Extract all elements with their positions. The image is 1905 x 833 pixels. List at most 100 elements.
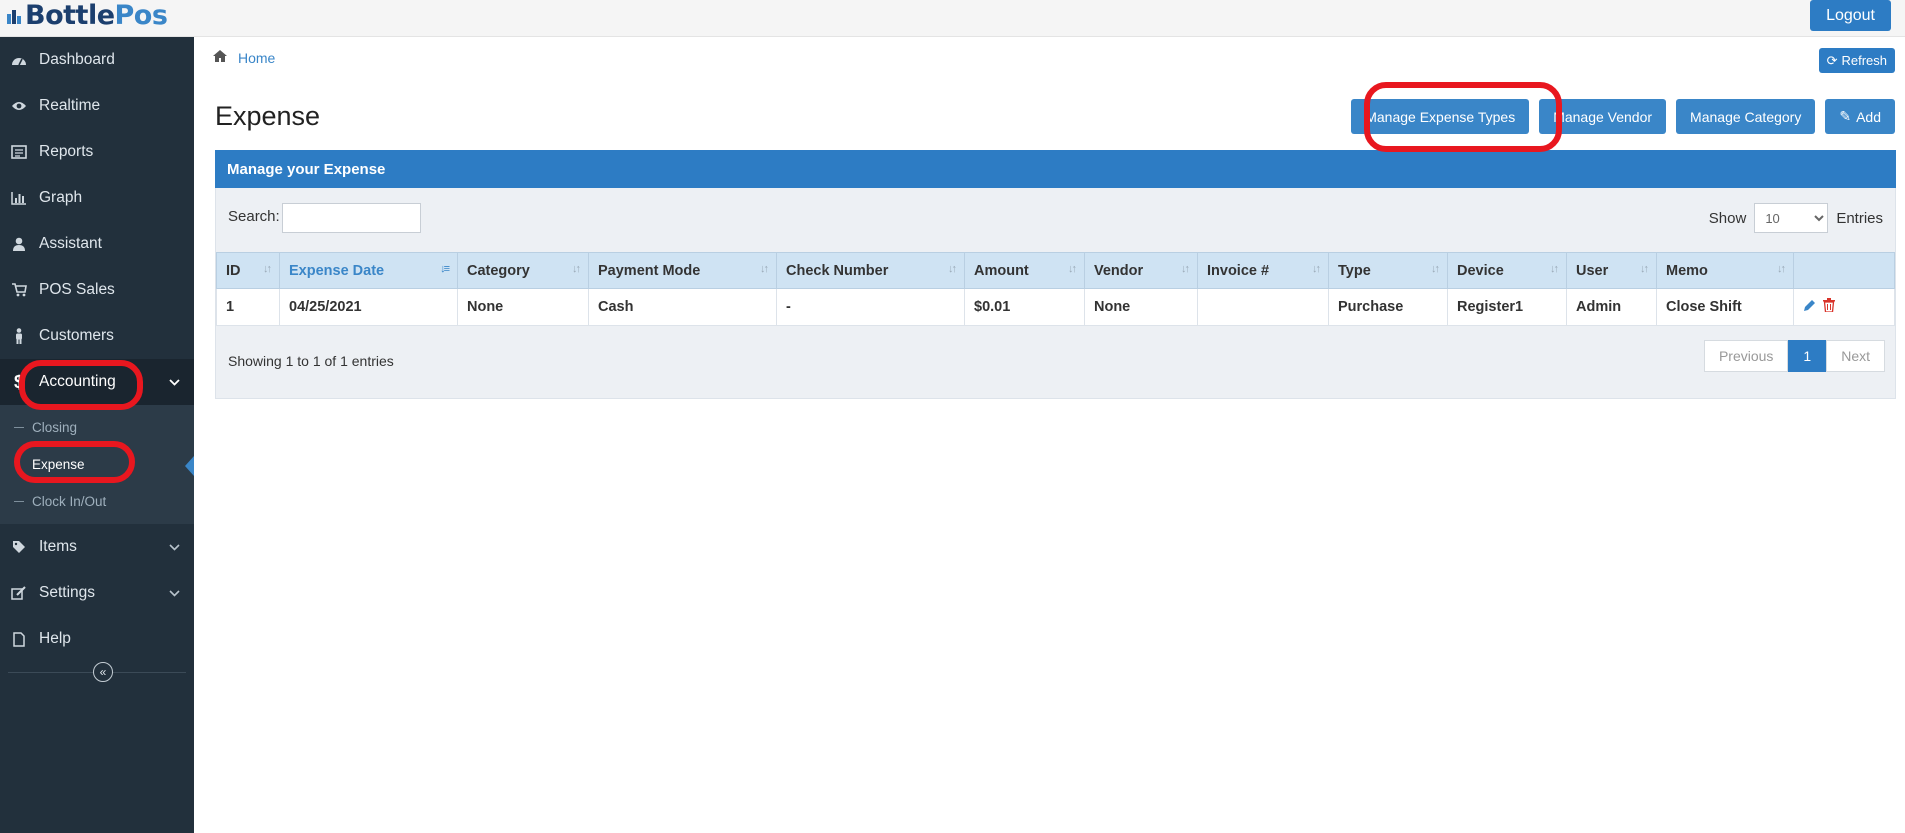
sidebar-item-pos-sales[interactable]: POS Sales <box>0 267 194 313</box>
sidebar-item-label: Dashboard <box>39 51 115 68</box>
sidebar-item-label: Settings <box>39 584 96 601</box>
expense-panel: Manage your Expense Search: Show 10 Entr… <box>215 150 1896 399</box>
sidebar-item-label: Customers <box>39 327 114 344</box>
sidebar-subitem-closing[interactable]: Closing <box>0 409 194 446</box>
logo-text-pos: Pos <box>114 0 168 31</box>
col-label: Memo <box>1666 262 1708 279</box>
sidebar-item-label: Realtime <box>39 97 101 114</box>
sidebar-subitem-label: Clock In/Out <box>32 494 107 509</box>
action-buttons: Manage Expense Types Manage Vendor Manag… <box>1351 99 1895 134</box>
col-user[interactable]: User ↓↑ <box>1566 252 1657 289</box>
panel-body: Search: Show 10 Entries ID ↓↑ Expense Dat… <box>215 188 1896 399</box>
sidebar-item-customers[interactable]: Customers <box>0 313 194 359</box>
sidebar-subitem-expense[interactable]: Expense <box>0 446 194 483</box>
page-title: Expense <box>215 101 321 131</box>
logout-button[interactable]: Logout <box>1810 0 1891 31</box>
col-actions <box>1793 252 1895 289</box>
chevron-down-icon <box>169 539 180 557</box>
table-header-row: ID ↓↑ Expense Date ↓≡ Category ↓↑ Payment M… <box>216 252 1895 289</box>
eye-icon <box>8 96 30 116</box>
sidebar-item-dashboard[interactable]: Dashboard <box>0 37 194 83</box>
sidebar-item-graph[interactable]: Graph <box>0 175 194 221</box>
col-category[interactable]: Category ↓↑ <box>457 252 589 289</box>
pencil-icon: ✎ <box>1839 108 1852 124</box>
cell-device: Register1 <box>1447 288 1567 326</box>
pagination: Previous 1 Next <box>1703 340 1885 372</box>
sidebar-item-label: Help <box>39 630 71 647</box>
pagination-previous[interactable]: Previous <box>1703 340 1789 372</box>
sort-icon: ↓↑ <box>1777 263 1786 275</box>
sidebar-item-accounting[interactable]: $ Accounting <box>0 359 194 405</box>
person-icon <box>8 326 30 346</box>
trash-icon[interactable] <box>1823 298 1835 316</box>
sort-icon: ↓↑ <box>572 263 581 275</box>
accounting-submenu: Closing Expense Clock In/Out <box>0 405 194 524</box>
sidebar-item-settings[interactable]: Settings <box>0 570 194 616</box>
table-footer: Showing 1 to 1 of 1 entries Previous 1 N… <box>216 326 1895 398</box>
sort-icon: ↓↑ <box>1312 263 1321 275</box>
panel-title: Manage your Expense <box>215 150 1896 188</box>
col-check-number[interactable]: Check Number ↓↑ <box>776 252 965 289</box>
cell-amount: $0.01 <box>964 288 1085 326</box>
cell-type: Purchase <box>1328 288 1448 326</box>
chevron-down-icon <box>169 585 180 603</box>
add-button[interactable]: ✎ Add <box>1825 99 1895 134</box>
col-label: User <box>1576 262 1609 279</box>
cell-category: None <box>457 288 589 326</box>
sidebar-item-realtime[interactable]: Realtime <box>0 83 194 129</box>
home-icon[interactable] <box>212 49 228 66</box>
dash-icon <box>14 464 24 465</box>
sidebar-item-help[interactable]: Help <box>0 616 194 662</box>
collapse-sidebar-icon[interactable]: « <box>93 662 113 682</box>
sidebar-item-assistant[interactable]: Assistant <box>0 221 194 267</box>
sort-desc-icon: ↓≡ <box>440 263 450 275</box>
col-memo[interactable]: Memo ↓↑ <box>1656 252 1794 289</box>
pagination-page[interactable]: 1 <box>1788 340 1827 372</box>
manage-vendor-button[interactable]: Manage Vendor <box>1539 99 1667 134</box>
page-size-select[interactable]: 10 <box>1754 203 1829 233</box>
col-label: Device <box>1457 262 1504 279</box>
col-label: ID <box>226 262 241 279</box>
col-invoice[interactable]: Invoice # ↓↑ <box>1197 252 1329 289</box>
file-icon <box>8 629 30 649</box>
cell-user: Admin <box>1566 288 1657 326</box>
sidebar-item-items[interactable]: Items <box>0 524 194 570</box>
cell-vendor: None <box>1084 288 1198 326</box>
col-label: Expense Date <box>289 262 385 279</box>
col-vendor[interactable]: Vendor ↓↑ <box>1084 252 1198 289</box>
chevron-down-icon <box>169 374 180 392</box>
sidebar-item-reports[interactable]: Reports <box>0 129 194 175</box>
sidebar-divider: « <box>8 662 186 682</box>
breadcrumb: Home <box>212 49 275 66</box>
manage-expense-types-button[interactable]: Manage Expense Types <box>1351 99 1530 134</box>
active-indicator <box>185 456 194 476</box>
logo-text-bottle: Bottle <box>25 0 115 31</box>
sidebar-subitem-clock[interactable]: Clock In/Out <box>0 483 194 520</box>
sidebar-item-label: Items <box>39 538 77 555</box>
dashboard-icon <box>8 50 30 70</box>
show-label: Show <box>1708 209 1747 227</box>
col-device[interactable]: Device ↓↑ <box>1447 252 1567 289</box>
cart-icon <box>8 280 30 300</box>
refresh-button[interactable]: ⟳ Refresh <box>1818 48 1895 73</box>
add-label: Add <box>1856 108 1881 125</box>
sort-icon: ↓↑ <box>1431 263 1440 275</box>
sidebar-item-label: Graph <box>39 189 83 206</box>
col-payment-mode[interactable]: Payment Mode ↓↑ <box>588 252 777 289</box>
pagination-next[interactable]: Next <box>1826 340 1885 372</box>
table-toolbar: Search: Show 10 Entries <box>216 188 1895 252</box>
col-expense-date[interactable]: Expense Date ↓≡ <box>279 252 458 289</box>
breadcrumb-home-link[interactable]: Home <box>238 50 275 66</box>
edit-pencil-icon[interactable] <box>1803 300 1817 316</box>
sidebar-item-label: Reports <box>39 143 94 160</box>
col-label: Payment Mode <box>598 262 701 279</box>
manage-category-button[interactable]: Manage Category <box>1676 99 1816 134</box>
sort-icon: ↓↑ <box>948 263 957 275</box>
col-type[interactable]: Type ↓↑ <box>1328 252 1448 289</box>
search-input[interactable] <box>282 203 421 233</box>
sidebar: Dashboard Realtime Reports Graph Assista… <box>0 37 194 833</box>
col-amount[interactable]: Amount ↓↑ <box>964 252 1085 289</box>
report-icon <box>8 142 30 162</box>
app-logo[interactable]: Bottle Pos <box>6 0 168 31</box>
col-id[interactable]: ID ↓↑ <box>216 252 280 289</box>
